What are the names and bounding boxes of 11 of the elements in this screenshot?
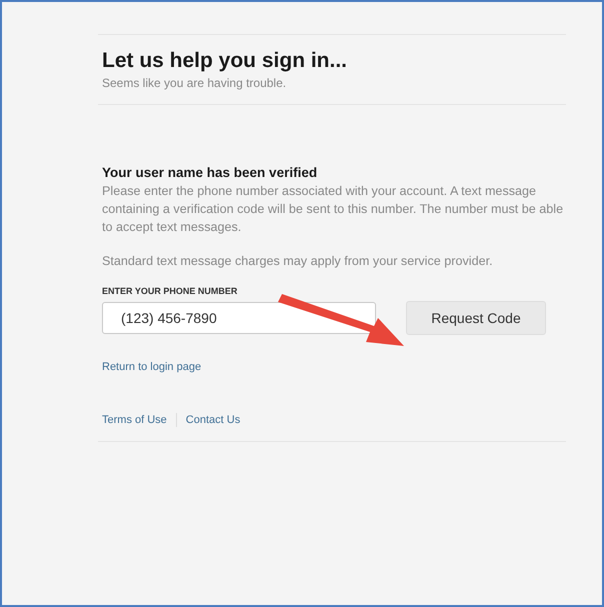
return-link[interactable]: Return to login page [102, 361, 202, 373]
phone-field[interactable]: (123) 456-7890 [102, 302, 376, 334]
request-code-button[interactable]: Request Code [406, 301, 546, 335]
footer-link[interactable]: Terms of Use [102, 414, 167, 426]
phone-label: ENTER YOUR PHONE NUMBER [102, 286, 238, 296]
page-subtitle: Seems like you are having trouble. [102, 76, 288, 90]
page-title: Let us help you sign in... [102, 49, 348, 73]
instruction-text: Standard text message charges may apply from your service provider. [102, 253, 494, 270]
instruction-text: Please enter the phone number associated with your account. A text message containing a verification code will be sent to this number. The number must be able to accept text messages. [102, 183, 564, 236]
footer-link[interactable]: Contact Us [186, 414, 240, 426]
section-title: Your user name has been verified [102, 165, 318, 180]
